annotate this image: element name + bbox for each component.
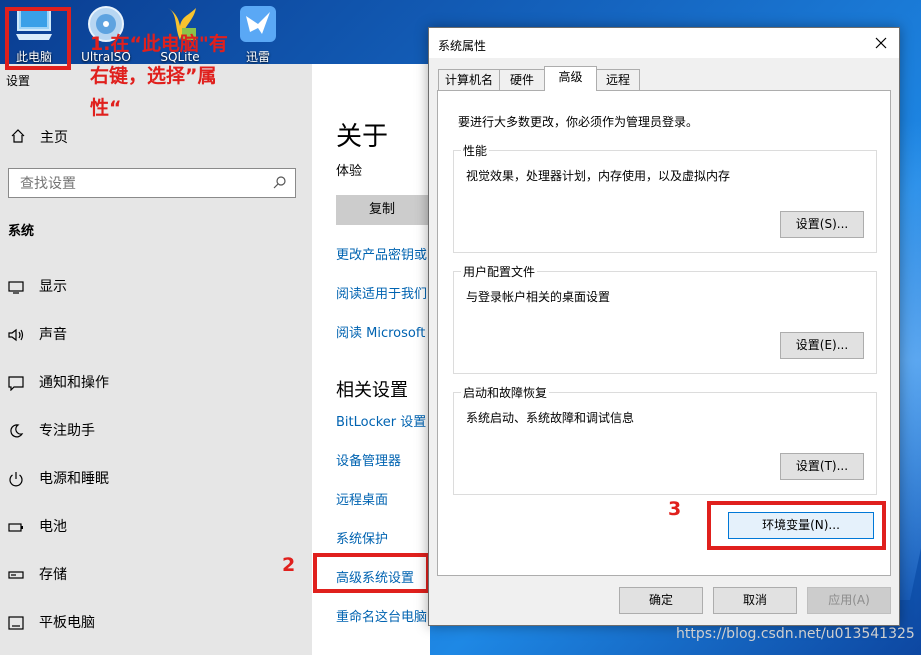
- tablet-icon: [8, 616, 24, 630]
- dialog-titlebar[interactable]: 系统属性: [429, 28, 899, 58]
- group-description: 视觉效果，处理器计划，内存使用，以及虚拟内存: [466, 169, 731, 183]
- bird-icon: [240, 6, 276, 42]
- apply-button[interactable]: 应用(A): [807, 587, 891, 614]
- page-title: 关于: [336, 122, 389, 152]
- tab-advanced[interactable]: 高级: [544, 66, 597, 91]
- sidebar-item-label: 主页: [40, 130, 68, 146]
- search-input[interactable]: [9, 169, 262, 199]
- group-title: 性能: [461, 142, 490, 159]
- sidebar-item-label: 通知和操作: [39, 375, 109, 391]
- sidebar-item-label: 存储: [39, 567, 67, 583]
- sidebar-item-label: 声音: [39, 327, 67, 343]
- sidebar-item-label: 电池: [39, 519, 67, 535]
- sidebar-item-home[interactable]: 主页: [8, 128, 68, 148]
- sidebar-item-storage[interactable]: 存储: [8, 564, 308, 586]
- sidebar-item-power[interactable]: 电源和睡眠: [8, 468, 308, 490]
- link-remote-desktop[interactable]: 远程桌面: [336, 489, 388, 508]
- group-description: 系统启动、系统故障和调试信息: [466, 411, 635, 425]
- link-read-microsoft[interactable]: 阅读 Microsoft: [336, 322, 425, 341]
- sidebar-item-sound[interactable]: 声音: [8, 324, 308, 346]
- moon-icon: [10, 424, 24, 438]
- startup-recovery-settings-button[interactable]: 设置(T)...: [780, 453, 864, 480]
- link-rename-pc[interactable]: 重命名这台电脑: [336, 606, 427, 625]
- sidebar-item-display[interactable]: 显示: [8, 276, 308, 298]
- group-description: 与登录帐户相关的桌面设置: [466, 290, 611, 304]
- close-button[interactable]: [863, 28, 899, 58]
- app-title: 设置: [6, 74, 31, 88]
- speaker-icon: [8, 328, 24, 342]
- tab-computer-name[interactable]: 计算机名: [438, 69, 500, 90]
- section-heading: 系统: [8, 224, 35, 239]
- sidebar-item-tablet[interactable]: 平板电脑: [8, 612, 308, 634]
- page-subtitle: 体验: [336, 164, 363, 179]
- startup-recovery-group: 启动和故障恢复 系统启动、系统故障和调试信息 设置(T)...: [453, 384, 877, 495]
- annotation-box-this-pc: [5, 7, 71, 70]
- link-bitlocker[interactable]: BitLocker 设置: [336, 411, 426, 430]
- tab-remote[interactable]: 远程: [596, 69, 640, 90]
- annotation-step3-number: 3: [668, 498, 682, 520]
- search-box[interactable]: [8, 168, 296, 199]
- notification-icon: [8, 376, 24, 391]
- link-device-manager[interactable]: 设备管理器: [336, 450, 401, 469]
- sidebar-item-label: 平板电脑: [39, 615, 95, 631]
- link-read-agreement[interactable]: 阅读适用于我们: [336, 283, 427, 302]
- monitor-icon: [8, 281, 24, 294]
- user-profiles-group: 用户配置文件 与登录帐户相关的桌面设置 设置(E)...: [453, 263, 877, 374]
- annotation-box-environment-variables: [707, 501, 886, 550]
- link-system-protection[interactable]: 系统保护: [336, 528, 388, 547]
- tab-hardware[interactable]: 硬件: [499, 69, 545, 90]
- settings-sidebar: 设置 主页 系统 显示 声音 通知和操作 专注助: [0, 64, 312, 655]
- sidebar-item-battery[interactable]: 电池: [8, 516, 308, 538]
- group-title: 用户配置文件: [461, 263, 538, 280]
- performance-group: 性能 视觉效果，处理器计划，内存使用，以及虚拟内存 设置(S)...: [453, 142, 877, 253]
- ok-button[interactable]: 确定: [619, 587, 703, 614]
- copy-button[interactable]: 复制: [336, 195, 428, 225]
- group-title: 启动和故障恢复: [461, 384, 550, 401]
- battery-icon: [8, 523, 23, 532]
- sidebar-item-notifications[interactable]: 通知和操作: [8, 372, 308, 394]
- performance-settings-button[interactable]: 设置(S)...: [780, 211, 864, 238]
- close-icon: [875, 37, 887, 49]
- sidebar-item-focus-assist[interactable]: 专注助手: [8, 420, 308, 442]
- admin-note: 要进行大多数更改，你必须作为管理员登录。: [458, 115, 699, 129]
- related-settings-heading: 相关设置: [336, 380, 408, 401]
- annotation-step2-number: 2: [282, 554, 296, 576]
- user-profiles-settings-button[interactable]: 设置(E)...: [780, 332, 864, 359]
- watermark: https://blog.csdn.net/u013541325: [676, 626, 915, 642]
- sidebar-item-label: 专注助手: [39, 423, 95, 439]
- sidebar-item-label: 显示: [39, 279, 67, 295]
- annotation-box-advanced-settings: [313, 553, 430, 593]
- dialog-title: 系统属性: [438, 39, 487, 53]
- power-icon: [9, 472, 23, 487]
- link-change-product-key[interactable]: 更改产品密钥或: [336, 244, 427, 263]
- search-icon: [273, 176, 286, 189]
- storage-icon: [8, 571, 24, 579]
- cancel-button[interactable]: 取消: [713, 587, 797, 614]
- annotation-step1-text: 1.在“此电脑"有右键，选择”属性“: [90, 33, 228, 119]
- sidebar-item-label: 电源和睡眠: [39, 471, 109, 487]
- home-icon: [11, 129, 25, 143]
